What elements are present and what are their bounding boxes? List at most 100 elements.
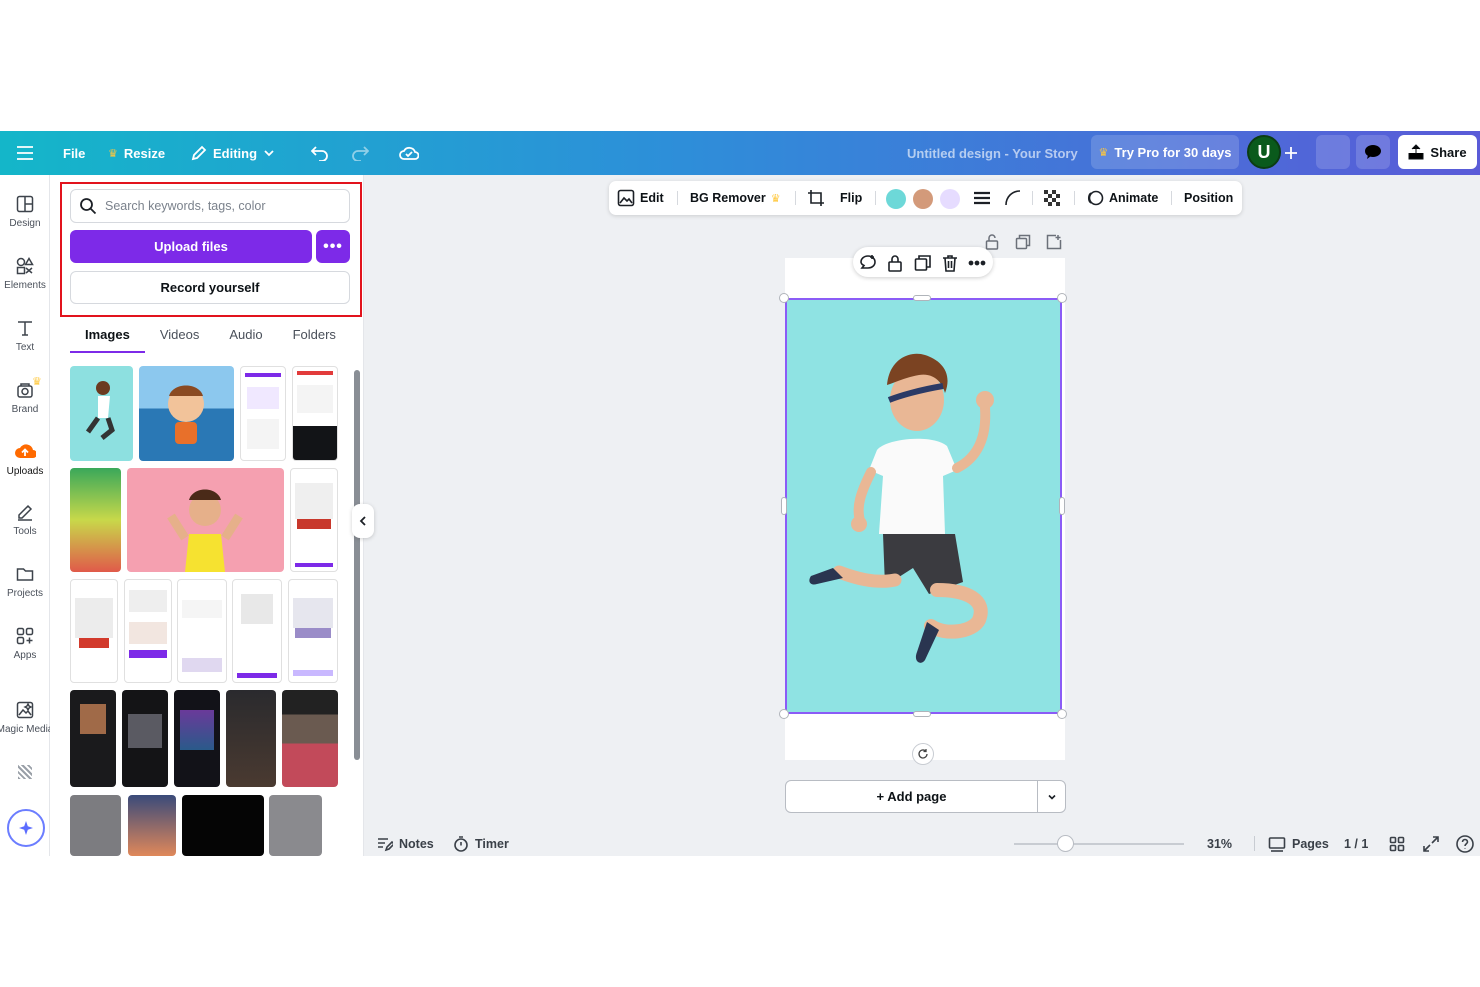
duplicate-icon[interactable] (914, 254, 932, 272)
help-button[interactable] (1456, 831, 1474, 856)
upload-files-button[interactable]: Upload files (70, 230, 312, 263)
more-options-button[interactable]: ••• (316, 230, 350, 263)
rotate-handle[interactable] (912, 743, 934, 765)
resize-handle-bottom[interactable] (913, 711, 931, 717)
rail-item-magic-media[interactable]: Magic Media (0, 701, 53, 735)
comment-add-icon[interactable] (859, 254, 877, 272)
add-page-icon[interactable] (1046, 234, 1062, 250)
user-avatar[interactable]: U (1247, 135, 1281, 169)
search-input[interactable] (105, 199, 335, 213)
zoom-slider-knob[interactable] (1057, 835, 1074, 852)
notes-button[interactable]: Notes (377, 831, 434, 856)
record-yourself-button[interactable]: Record yourself (70, 271, 350, 304)
upload-thumb-boy-pink[interactable] (127, 468, 284, 572)
tab-videos[interactable]: Videos (145, 327, 215, 353)
upload-thumb-screenshot-2[interactable] (292, 366, 338, 461)
pattern-icon[interactable] (18, 765, 32, 779)
upload-thumb-app-5[interactable] (288, 579, 338, 683)
resize-button[interactable]: ♛ Resize (108, 131, 165, 175)
edit-image-button[interactable]: Edit (617, 181, 664, 215)
transparency-button[interactable] (1043, 181, 1061, 215)
rail-item-brand[interactable]: Brand ♛ (0, 376, 50, 415)
upload-thumb-phone-home[interactable] (70, 468, 121, 572)
grid-view-button[interactable] (1389, 831, 1405, 856)
upload-thumb-screenshot-1[interactable] (240, 366, 286, 461)
upload-thumb-9[interactable] (269, 795, 322, 856)
resize-handle-br[interactable] (1057, 709, 1067, 719)
upload-thumb-app-1[interactable] (70, 579, 118, 683)
resize-label: Resize (123, 145, 166, 161)
share-button[interactable]: Share (1398, 135, 1477, 169)
magic-assistant-button[interactable] (7, 809, 45, 847)
upload-thumb-app-2[interactable] (124, 579, 172, 683)
rail-item-apps[interactable]: Apps (0, 627, 50, 661)
border-style-button[interactable] (973, 181, 991, 215)
lock-icon[interactable] (887, 254, 903, 272)
redo-button[interactable] (351, 131, 369, 175)
search-box[interactable] (70, 189, 350, 223)
resize-handle-left[interactable] (781, 497, 787, 515)
upload-thumb-jumping-boy[interactable] (70, 366, 133, 461)
color-swatch-2[interactable] (913, 189, 933, 209)
color-swatch-3[interactable] (940, 189, 960, 209)
file-menu[interactable]: File (63, 131, 85, 175)
rail-item-projects[interactable]: Projects (0, 565, 50, 599)
document-title[interactable]: Untitled design - Your Story (907, 131, 1078, 175)
upload-thumb-sofa-app[interactable] (290, 468, 338, 572)
resize-handle-bl[interactable] (779, 709, 789, 719)
zoom-level[interactable]: 31% (1207, 831, 1232, 856)
panel-scrollbar[interactable] (354, 370, 360, 760)
resize-handle-top[interactable] (913, 295, 931, 301)
fullscreen-button[interactable] (1423, 831, 1439, 856)
upload-thumb-app-3[interactable] (177, 579, 227, 683)
position-button[interactable]: Position (1184, 181, 1233, 215)
rail-item-text[interactable]: Text (0, 319, 50, 353)
animate-button[interactable]: Animate (1086, 181, 1158, 215)
rail-item-design[interactable]: Design (0, 195, 50, 229)
add-page-dropdown[interactable] (1037, 780, 1066, 813)
timer-button[interactable]: Timer (453, 831, 509, 856)
duplicate-page-icon[interactable] (1015, 234, 1031, 250)
upload-thumb-dark-5[interactable] (282, 690, 338, 787)
tab-audio[interactable]: Audio (214, 327, 277, 353)
tab-folders[interactable]: Folders (278, 327, 351, 353)
editing-mode-button[interactable]: Editing (191, 131, 275, 175)
collapse-panel-button[interactable] (352, 504, 374, 538)
upload-thumb-cartoon-boy[interactable] (139, 366, 234, 461)
flip-button[interactable]: Flip (840, 181, 862, 215)
more-dots-icon[interactable] (968, 254, 986, 272)
pages-button[interactable]: Pages (1268, 831, 1329, 856)
add-page-button[interactable]: + Add page (785, 780, 1038, 813)
upload-thumb-8[interactable] (182, 795, 264, 856)
upload-thumb-6[interactable] (70, 795, 121, 856)
tab-images[interactable]: Images (70, 327, 145, 353)
bg-remover-button[interactable]: BG Remover ♛ (690, 181, 781, 215)
insights-button[interactable] (1316, 135, 1350, 169)
try-pro-button[interactable]: ♛ Try Pro for 30 days (1091, 135, 1239, 169)
resize-handle-right[interactable] (1059, 497, 1065, 515)
zoom-slider-track[interactable] (1014, 843, 1184, 845)
upload-thumb-dark-1[interactable] (70, 690, 116, 787)
jumping-boy-image[interactable] (785, 298, 1062, 714)
border-lines-icon (974, 191, 990, 205)
rail-item-tools[interactable]: Tools (0, 503, 50, 537)
undo-button[interactable] (311, 131, 329, 175)
rail-item-elements[interactable]: Elements (0, 257, 50, 291)
upload-thumb-dark-3[interactable] (174, 690, 220, 787)
lock-icon[interactable] (985, 234, 999, 250)
color-swatch-1[interactable] (886, 189, 906, 209)
crop-button[interactable] (807, 181, 825, 215)
upload-thumb-7[interactable] (128, 795, 176, 856)
comments-button[interactable] (1356, 135, 1390, 169)
invite-button[interactable] (1284, 131, 1298, 175)
upload-thumb-app-4[interactable] (232, 579, 282, 683)
rail-item-uploads[interactable]: Uploads (0, 441, 50, 477)
upload-thumb-dark-4[interactable] (226, 690, 276, 787)
corner-rounding-button[interactable] (1004, 181, 1022, 215)
cloud-save-button[interactable] (399, 131, 419, 175)
resize-handle-tl[interactable] (779, 293, 789, 303)
resize-handle-tr[interactable] (1057, 293, 1067, 303)
menu-icon[interactable] (16, 131, 34, 175)
trash-icon[interactable] (942, 254, 958, 272)
upload-thumb-dark-2[interactable] (122, 690, 168, 787)
